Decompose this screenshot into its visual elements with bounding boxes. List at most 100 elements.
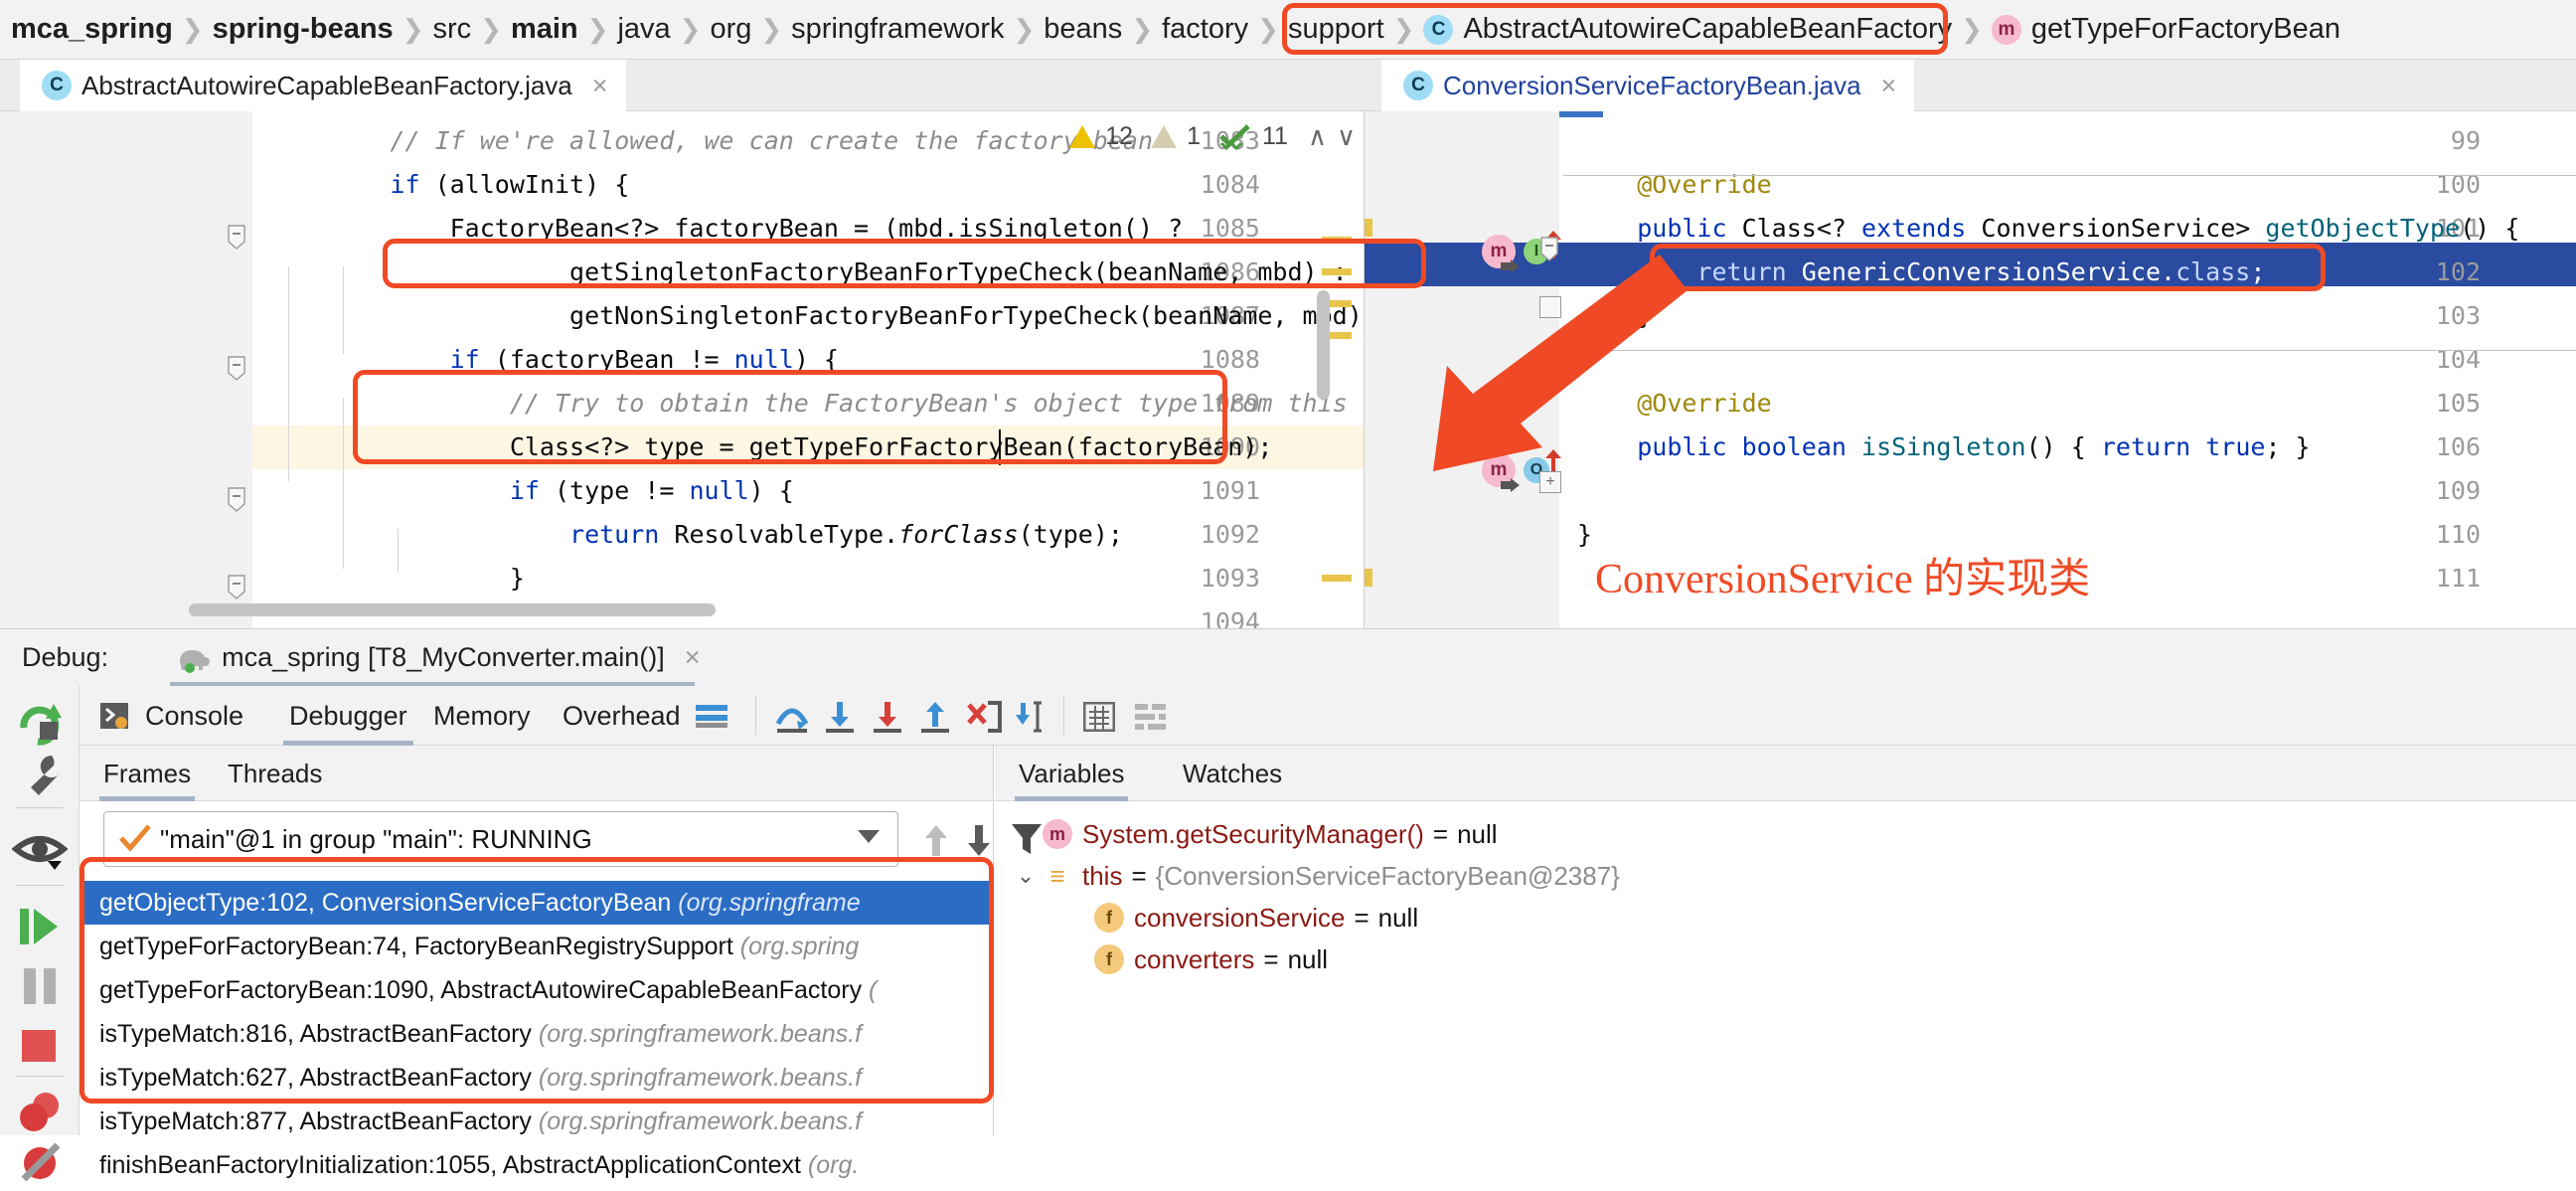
code-line-105[interactable]: @Override [1577, 382, 1771, 425]
tab-watches[interactable]: Watches [1179, 746, 1286, 801]
error-stripe-mark[interactable] [1322, 575, 1352, 582]
evaluate-expression-icon[interactable] [1083, 702, 1115, 732]
tab-debugger[interactable]: Debugger [283, 686, 413, 746]
drop-frame-icon[interactable] [966, 700, 1002, 734]
editor-tab-abstract-autowire[interactable]: C AbstractAutowireCapableBeanFactory.jav… [20, 60, 626, 111]
breadcrumb-item-8[interactable]: factory [1151, 13, 1259, 46]
step-over-icon[interactable] [773, 700, 811, 734]
view-breakpoints-icon[interactable] [12, 1086, 68, 1141]
code-line-1090[interactable]: Class<?> type = getTypeForFactoryBean(fa… [270, 425, 1273, 469]
frame-list-item[interactable]: isTypeMatch:627, AbstractBeanFactory (or… [80, 1056, 994, 1100]
code-line-1091[interactable]: if (type != null) { [270, 469, 794, 513]
filter-icon[interactable] [1010, 821, 1044, 859]
chevron-down-icon[interactable]: ⌄ [1013, 855, 1039, 897]
frame-list-item[interactable]: getTypeForFactoryBean:74, FactoryBeanReg… [80, 925, 994, 968]
move-up-icon[interactable] [919, 821, 953, 859]
tab-frames[interactable]: Frames [99, 746, 196, 801]
watch-icon[interactable] [12, 823, 68, 879]
breadcrumb-item-7[interactable]: beans [1033, 13, 1133, 46]
breadcrumb-item-1[interactable]: spring-beans [202, 13, 404, 46]
variable-row[interactable]: f converters = null [1064, 938, 1328, 980]
code-line-101[interactable]: public Class<? extends ConversionService… [1577, 207, 2519, 251]
fold-marker-icon[interactable] [227, 224, 246, 250]
tab-console[interactable]: Console [139, 686, 249, 746]
step-into-icon[interactable] [823, 700, 857, 734]
code-line-102[interactable]: return GenericConversionService.class; [1577, 251, 2265, 294]
code-line-1084[interactable]: if (allowInit) { [270, 163, 629, 207]
step-out-icon[interactable] [918, 700, 952, 734]
breadcrumb-item-3[interactable]: main [500, 13, 589, 46]
tab-memory[interactable]: Memory [427, 686, 537, 746]
close-icon[interactable]: × [592, 71, 608, 101]
gutter-right[interactable] [1365, 111, 1559, 628]
expand-marker-icon[interactable]: + [1539, 471, 1561, 493]
resume-program-icon[interactable] [12, 899, 68, 954]
code-line-1086[interactable]: getSingletonFactoryBeanForTypeCheck(bean… [270, 251, 1348, 294]
frame-list-item[interactable]: isTypeMatch:877, AbstractBeanFactory (or… [80, 1100, 994, 1143]
variable-row[interactable]: ⌄ ≡ this = {ConversionServiceFactoryBean@238… [1013, 855, 1620, 897]
inspection-ok-count: 11 [1261, 122, 1288, 150]
debug-session-tab[interactable]: mca_spring [T8_MyConverter.main()] × [170, 629, 704, 687]
breadcrumb-item-4[interactable]: java [606, 13, 681, 46]
run-to-cursor-icon[interactable] [1016, 700, 1051, 734]
error-stripe-mark[interactable] [1365, 219, 1372, 237]
frame-list-item[interactable]: isTypeMatch:816, AbstractBeanFactory (or… [80, 1012, 994, 1056]
code-line-1085[interactable]: FactoryBean<?> factoryBean = (mbd.isSing… [270, 207, 1184, 251]
code-line-1087[interactable]: getNonSingletonFactoryBeanForTypeCheck(b… [270, 294, 1364, 338]
tab-overhead[interactable]: Overhead [557, 686, 687, 746]
pause-program-icon[interactable] [12, 958, 68, 1014]
inspection-widget[interactable]: 12 1 11 ∧ ∨ [1069, 121, 1356, 152]
close-icon[interactable]: × [685, 642, 701, 673]
move-down-icon[interactable] [962, 821, 996, 859]
editor-vertical-scrollbar[interactable] [1317, 290, 1330, 400]
rail-divider [16, 807, 64, 808]
frame-list-item[interactable]: getTypeForFactoryBean:1090, AbstractAuto… [80, 968, 994, 1012]
close-icon[interactable]: × [1881, 71, 1897, 101]
code-line-110[interactable]: } [1577, 513, 1592, 557]
breadcrumb-item-11[interactable]: m getTypeForFactoryBean [1981, 13, 2351, 46]
error-stripe-mark[interactable] [1322, 237, 1352, 244]
chevron-down-icon[interactable] [858, 830, 880, 843]
code-line-103[interactable]: } [1577, 294, 1652, 338]
breadcrumb-item-10[interactable]: C AbstractAutowireCapableBeanFactory [1412, 13, 1963, 46]
frame-list-item[interactable]: getObjectType:102, ConversionServiceFact… [80, 881, 994, 925]
code-editor-left[interactable]: 1083 1084 1085 1086 1087 1088 1089 1090 1091 1092… [0, 111, 1364, 628]
variable-row[interactable]: m System.getSecurityManager() = null [1013, 813, 1498, 855]
code-token: null [733, 345, 794, 374]
gutter-left[interactable] [14, 111, 252, 628]
settings-icon[interactable] [1135, 702, 1167, 732]
variable-row[interactable]: f conversionService = null [1064, 897, 1418, 938]
chevron-down-icon[interactable]: ∨ [1337, 121, 1356, 152]
force-step-into-icon[interactable] [871, 700, 904, 734]
breadcrumb-item-5[interactable]: org [699, 13, 762, 46]
fold-marker-icon[interactable] [227, 574, 246, 599]
frames-tab-bar: Frames Threads [80, 746, 993, 801]
breadcrumb-item-9[interactable]: support [1277, 13, 1395, 46]
fold-marker-icon[interactable] [1539, 236, 1559, 261]
breadcrumb-item-6[interactable]: springframework [780, 13, 1015, 46]
breadcrumb-item-2[interactable]: src [421, 13, 482, 46]
code-line-1088[interactable]: if (factoryBean != null) { [270, 338, 839, 382]
code-line-1089[interactable]: // Try to obtain the FactoryBean's objec… [270, 382, 1364, 425]
breadcrumb-item-0[interactable]: mca_spring [0, 13, 184, 46]
code-line-106[interactable]: public boolean isSingleton() { return tr… [1577, 425, 2310, 469]
chevron-up-icon[interactable]: ∧ [1308, 121, 1327, 152]
error-stripe-mark[interactable] [1322, 268, 1352, 275]
editor-horizontal-scrollbar[interactable] [189, 603, 716, 616]
editor-tab-conversion-service[interactable]: C ConversionServiceFactoryBean.java × [1381, 60, 1915, 111]
rerun-icon[interactable] [12, 694, 68, 750]
error-stripe-mark[interactable] [1365, 569, 1372, 587]
frame-list-item[interactable]: finishBeanFactoryInitialization:1055, Ab… [80, 1143, 994, 1187]
tab-threads[interactable]: Threads [224, 746, 326, 801]
mute-breakpoints-icon[interactable] [12, 1135, 68, 1191]
tab-variables[interactable]: Variables [1015, 746, 1129, 801]
stop-icon[interactable] [12, 1018, 68, 1074]
edit-configuration-icon[interactable] [12, 748, 68, 803]
code-line-1083[interactable]: // If we're allowed, we can create the f… [270, 119, 1153, 163]
fold-marker-icon[interactable] [1539, 296, 1561, 318]
fold-marker-icon[interactable] [227, 355, 246, 381]
code-line-100[interactable]: @Override [1577, 163, 1771, 207]
fold-marker-icon[interactable] [227, 486, 246, 512]
thread-selector[interactable]: "main"@1 in group "main": RUNNING [103, 811, 898, 867]
layout-settings-icon[interactable] [696, 702, 727, 730]
